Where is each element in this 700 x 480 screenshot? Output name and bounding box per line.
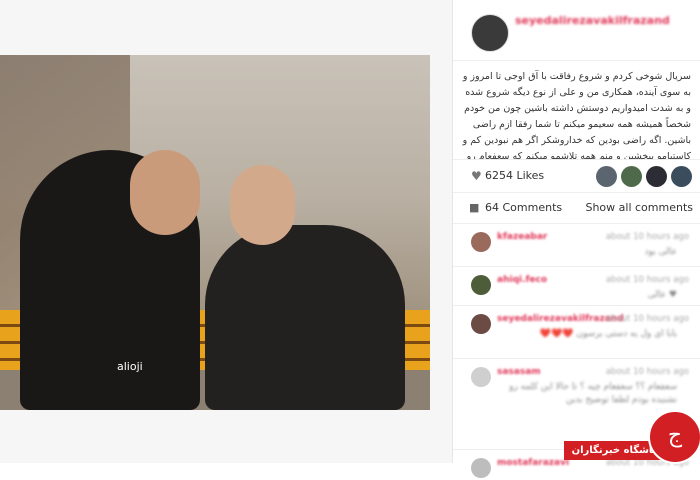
comment-avatar[interactable] <box>471 232 491 252</box>
comment-text: بابا ای ول یه دستی برسون ❤️❤️❤️ <box>539 329 677 339</box>
comment-avatar[interactable] <box>471 367 491 387</box>
comment-username[interactable]: ahiqi.feco <box>497 275 547 285</box>
comment-avatar[interactable] <box>471 458 491 478</box>
comment-time: about 10 hours ago <box>605 275 689 285</box>
photo-panel: alioji <box>0 0 452 463</box>
likes-count[interactable]: 6254 Likes <box>485 169 544 182</box>
comment-bubble-icon: ■ <box>469 201 480 214</box>
username[interactable]: seyedalirezavakilfrazand <box>515 14 670 27</box>
post-caption: سریال شوخی کردم و شروع رفاقت با آق اوجی … <box>453 61 700 160</box>
post-header: seyedalirezavakilfrazand <box>453 0 700 61</box>
comment-text: سعفعام ؟؟ سعفعام چیه ؟ تا حالا این کلمه … <box>509 382 677 405</box>
photo-person-left-head <box>130 150 200 235</box>
logo-mark-icon: ج <box>648 410 700 464</box>
photo-person-right <box>205 225 405 410</box>
photo-watermark: alioji <box>117 360 143 373</box>
comment-item: kfazeabar about 10 hours ago عالی بود <box>453 224 700 267</box>
liker-avatar[interactable] <box>671 166 692 187</box>
liker-avatar[interactable] <box>596 166 617 187</box>
avatar[interactable] <box>471 14 509 52</box>
news-agency-logo: باشگاه خبرنگاران ج <box>564 410 700 464</box>
comment-username[interactable]: seyedalirezavakilfrazand <box>497 314 624 324</box>
comment-text: ♥ عالی <box>647 290 677 300</box>
comment-avatar[interactable] <box>471 275 491 295</box>
comments-row: ■ 64 Comments Show all comments <box>453 193 700 224</box>
comment-time: about 10 hours ago <box>605 232 689 242</box>
heart-icon[interactable]: ♥ <box>471 169 482 183</box>
comment-time: about 10 hours ago <box>605 314 689 324</box>
likes-row: ♥ 6254 Likes <box>453 160 700 193</box>
comment-username[interactable]: mostafarazavi <box>497 458 569 468</box>
show-all-comments-link[interactable]: Show all comments <box>585 201 693 214</box>
comment-time: about 10 hours ago <box>605 367 689 377</box>
liker-avatar[interactable] <box>621 166 642 187</box>
post-photo[interactable]: alioji <box>0 55 430 410</box>
comments-count: 64 Comments <box>485 201 563 214</box>
comment-item: ahiqi.feco about 10 hours ago ♥ عالی <box>453 267 700 306</box>
comment-username[interactable]: kfazeabar <box>497 232 547 242</box>
comment-avatar[interactable] <box>471 314 491 334</box>
comment-item: seyedalirezavakilfrazand about 10 hours … <box>453 306 700 359</box>
liker-avatar[interactable] <box>646 166 667 187</box>
comment-text: عالی بود <box>644 247 677 257</box>
photo-person-right-head <box>230 165 295 245</box>
comment-username[interactable]: sasasam <box>497 367 541 377</box>
post-sidebar: seyedalirezavakilfrazand سریال شوخی کردم… <box>452 0 700 478</box>
